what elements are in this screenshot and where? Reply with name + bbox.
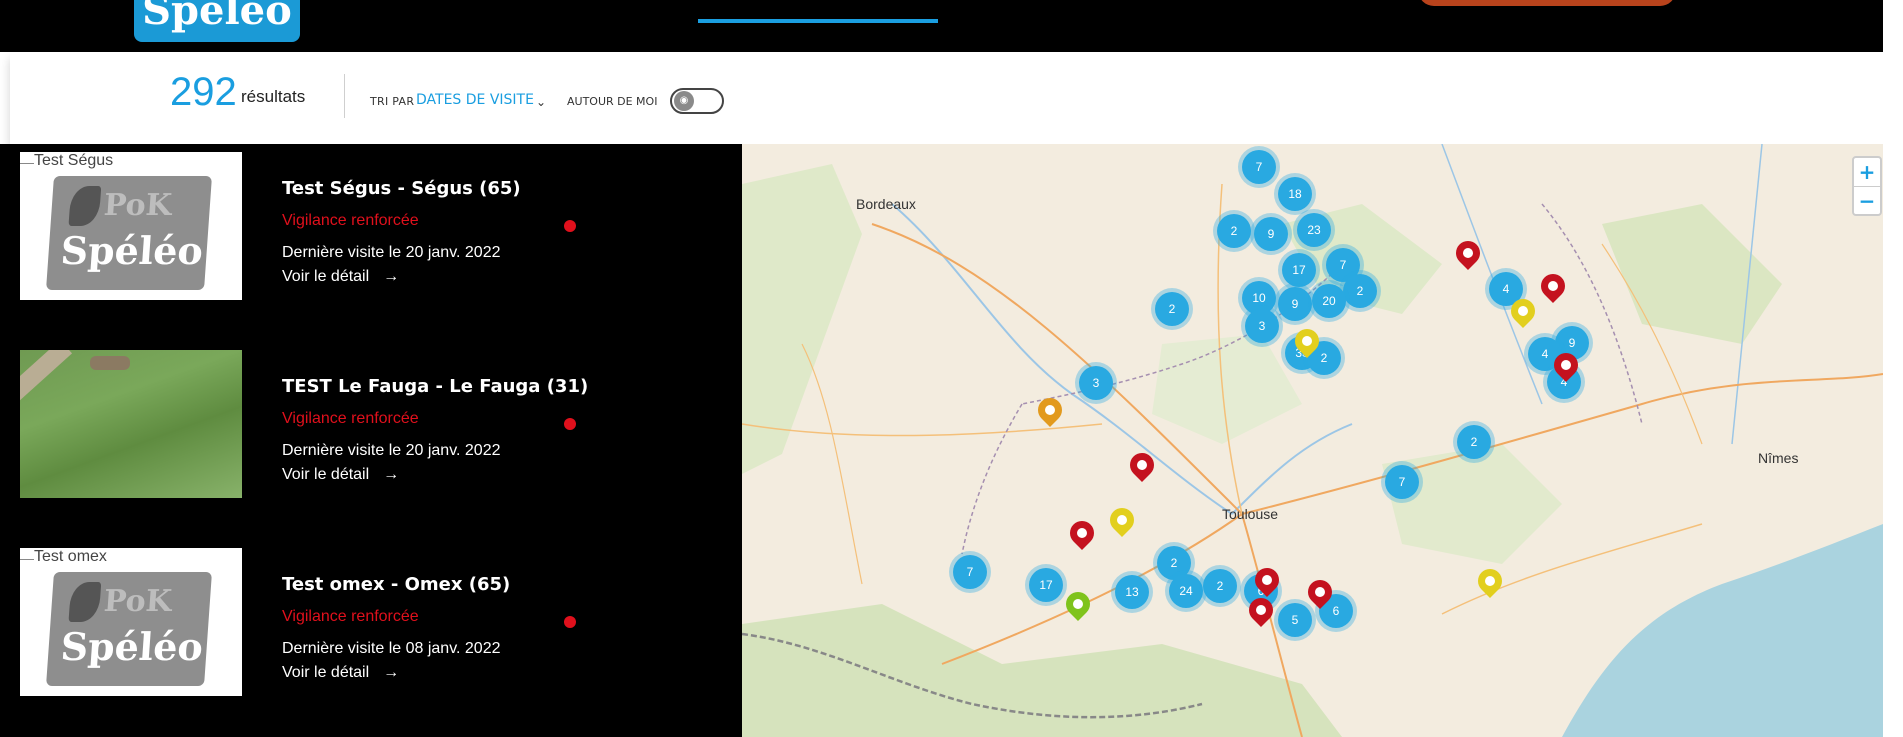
card-title[interactable]: Test omex - Omex (65) [282,574,510,595]
map-cluster-marker[interactable]: 5 [1278,603,1312,637]
map-cluster-marker[interactable]: 2 [1457,425,1491,459]
nearby-toggle[interactable]: ◉ [670,88,724,114]
card-thumbnail [20,350,242,498]
header-cta-button[interactable] [1418,0,1676,6]
results-count: 292 [170,70,237,114]
pok-speleo-logo: PoK Spéléo [46,176,212,290]
sort-dropdown[interactable]: DATES DE VISITE [416,92,534,108]
map-cluster-marker[interactable]: 23 [1297,213,1331,247]
sort-prefix: TRI PAR [370,95,415,108]
last-visit: Dernière visite le 20 janv. 2022 [282,442,501,459]
detail-link[interactable]: Voir le détail → [282,268,399,286]
results-map[interactable]: Bordeaux Toulouse Nîmes 7 18 2 9 23 7 17 2 10 9 20… [742,144,1883,737]
zoom-in-button[interactable]: + [1854,158,1880,186]
arrow-right-icon: → [383,466,400,483]
pok-speleo-logo: PoK Spéléo [46,572,212,686]
results-label: résultats [241,87,306,106]
list-item[interactable]: Test omex PoK Spéléo Test omex - Omex (6… [0,540,742,696]
last-visit: Dernière visite le 20 janv. 2022 [282,244,501,261]
arrow-right-icon: → [383,664,400,681]
detail-link[interactable]: Voir le détail → [282,466,399,484]
logo-text: Spéléo [142,0,292,34]
image-alt-text: Test omex [34,548,107,565]
map-cluster-marker[interactable]: 18 [1278,177,1312,211]
map-cluster-marker[interactable]: 24 [1169,574,1203,608]
map-cluster-marker[interactable]: 17 [1029,568,1063,602]
nearby-label: AUTOUR DE MOI [567,95,658,108]
map-cluster-marker[interactable]: 3 [1079,366,1113,400]
image-alt-text: Test Ségus [34,152,114,169]
site-logo[interactable]: Spéléo [134,0,300,42]
active-nav-indicator [698,19,938,23]
top-header: Spéléo [0,0,1903,52]
card-thumbnail: Test omex PoK Spéléo [20,548,242,696]
list-item[interactable]: TEST Le Fauga - Le Fauga (31) Vigilance … [0,342,742,498]
map-cluster-marker[interactable]: 2 [1343,274,1377,308]
map-cluster-marker[interactable]: 2 [1217,214,1251,248]
list-item[interactable]: Test Ségus PoK Spéléo Test Ségus - Ségus… [0,144,742,300]
city-label: Nîmes [1758,450,1799,466]
status-text: Vigilance renforcée [282,212,419,229]
status-dot [564,616,576,628]
map-cluster-marker[interactable]: 3 [1245,309,1279,343]
map-cluster-marker[interactable]: 7 [953,555,987,589]
zoom-out-button[interactable]: − [1854,186,1880,214]
chevron-down-icon[interactable]: ⌄ [536,95,546,109]
status-text: Vigilance renforcée [282,410,419,427]
map-cluster-marker[interactable]: 9 [1278,287,1312,321]
card-title[interactable]: TEST Le Fauga - Le Fauga (31) [282,376,588,397]
toolbar-divider [344,74,345,118]
map-cluster-marker[interactable]: 9 [1254,217,1288,251]
city-label: Bordeaux [856,196,916,212]
map-cluster-marker[interactable]: 7 [1242,150,1276,184]
map-cluster-marker[interactable]: 20 [1312,284,1346,318]
arrow-right-icon: → [383,268,400,285]
zoom-control: + − [1852,156,1882,216]
map-cluster-marker[interactable]: 17 [1282,253,1316,287]
results-list: Test Ségus PoK Spéléo Test Ségus - Ségus… [0,144,742,737]
status-dot [564,418,576,430]
card-title[interactable]: Test Ségus - Ségus (65) [282,178,521,199]
location-icon: ◉ [674,91,694,111]
map-cluster-marker[interactable]: 7 [1385,465,1419,499]
last-visit: Dernière visite le 08 janv. 2022 [282,640,501,657]
status-dot [564,220,576,232]
map-cluster-marker[interactable]: 2 [1203,569,1237,603]
card-thumbnail: Test Ségus PoK Spéléo [20,152,242,300]
city-label: Toulouse [1222,506,1279,522]
status-text: Vigilance renforcée [282,608,419,625]
detail-link[interactable]: Voir le détail → [282,664,399,682]
results-toolbar: 292 résultats TRI PAR DATES DE VISITE ⌄ … [10,52,1892,144]
page-edge [1883,0,1903,737]
map-cluster-marker[interactable]: 2 [1155,292,1189,326]
map-cluster-marker[interactable]: 13 [1115,575,1149,609]
